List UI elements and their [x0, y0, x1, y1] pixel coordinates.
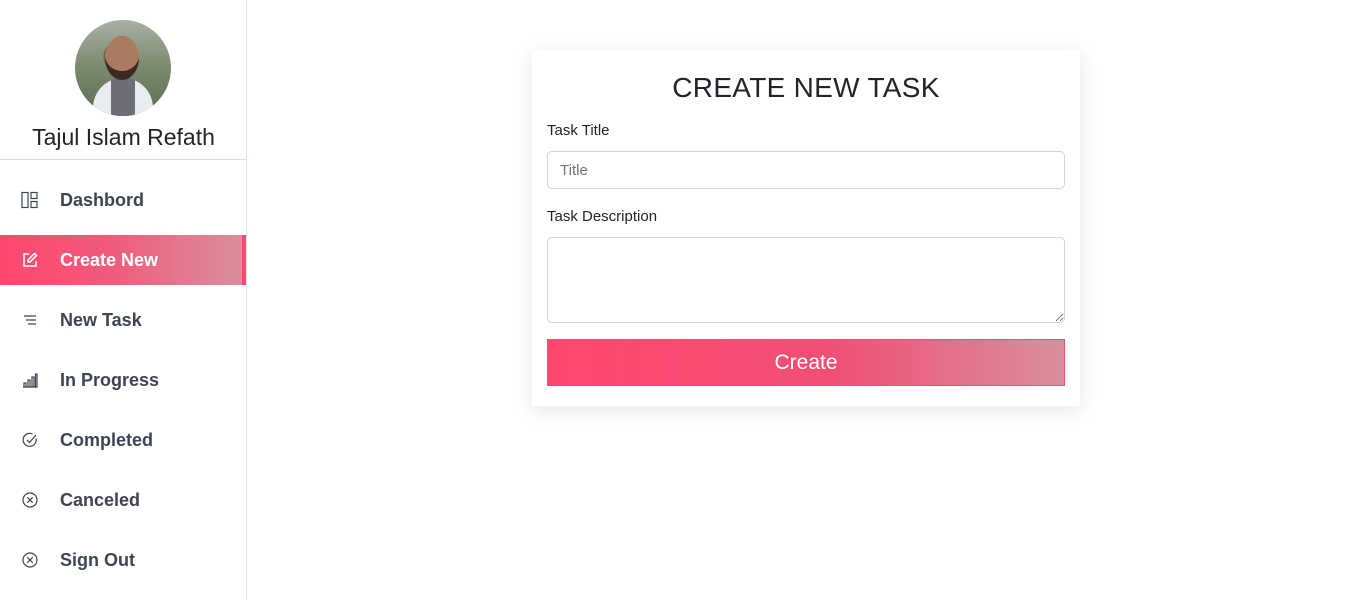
sidebar: Tajul Islam Refath Dashbord Create New N…: [0, 0, 247, 600]
edit-icon: [20, 250, 40, 270]
task-title-input[interactable]: [547, 151, 1065, 189]
page-title: CREATE NEW TASK: [672, 72, 940, 103]
sidebar-item-in-progress[interactable]: In Progress: [0, 355, 247, 405]
avatar: [75, 20, 171, 116]
sidebar-nav: Dashbord Create New New Task In Progress…: [0, 175, 247, 595]
sidebar-item-label: Completed: [60, 429, 154, 450]
sidebar-item-label: Sign Out: [60, 549, 135, 570]
list-icon: [20, 310, 40, 330]
sidebar-item-create-new[interactable]: Create New: [0, 235, 246, 285]
task-title-label: Task Title: [547, 122, 610, 139]
x-circle-icon: [20, 550, 40, 570]
sidebar-item-canceled[interactable]: Canceled: [0, 475, 247, 525]
x-circle-icon: [20, 490, 40, 510]
sidebar-item-label: Dashbord: [60, 189, 145, 210]
profile-section: Tajul Islam Refath: [0, 0, 246, 160]
profile-name: Tajul Islam Refath: [32, 124, 215, 150]
task-description-label: Task Description: [547, 208, 658, 225]
sidebar-item-label: Canceled: [60, 489, 141, 510]
sidebar-item-completed[interactable]: Completed: [0, 415, 247, 465]
check-circle-icon: [20, 430, 40, 450]
sidebar-item-sign-out[interactable]: Sign Out: [0, 535, 247, 585]
sidebar-item-label: Create New: [60, 249, 159, 270]
sidebar-item-dashboard[interactable]: Dashbord: [0, 175, 247, 225]
bar-chart-icon: [20, 370, 40, 390]
sidebar-item-new-task[interactable]: New Task: [0, 295, 247, 345]
sidebar-item-label: New Task: [60, 309, 142, 330]
sidebar-item-label: In Progress: [60, 369, 160, 390]
task-description-input[interactable]: [547, 237, 1065, 323]
create-task-card: CREATE NEW TASK Task Title Task Descript…: [532, 50, 1080, 406]
create-button[interactable]: Create: [547, 339, 1065, 386]
dashboard-icon: [20, 190, 40, 210]
